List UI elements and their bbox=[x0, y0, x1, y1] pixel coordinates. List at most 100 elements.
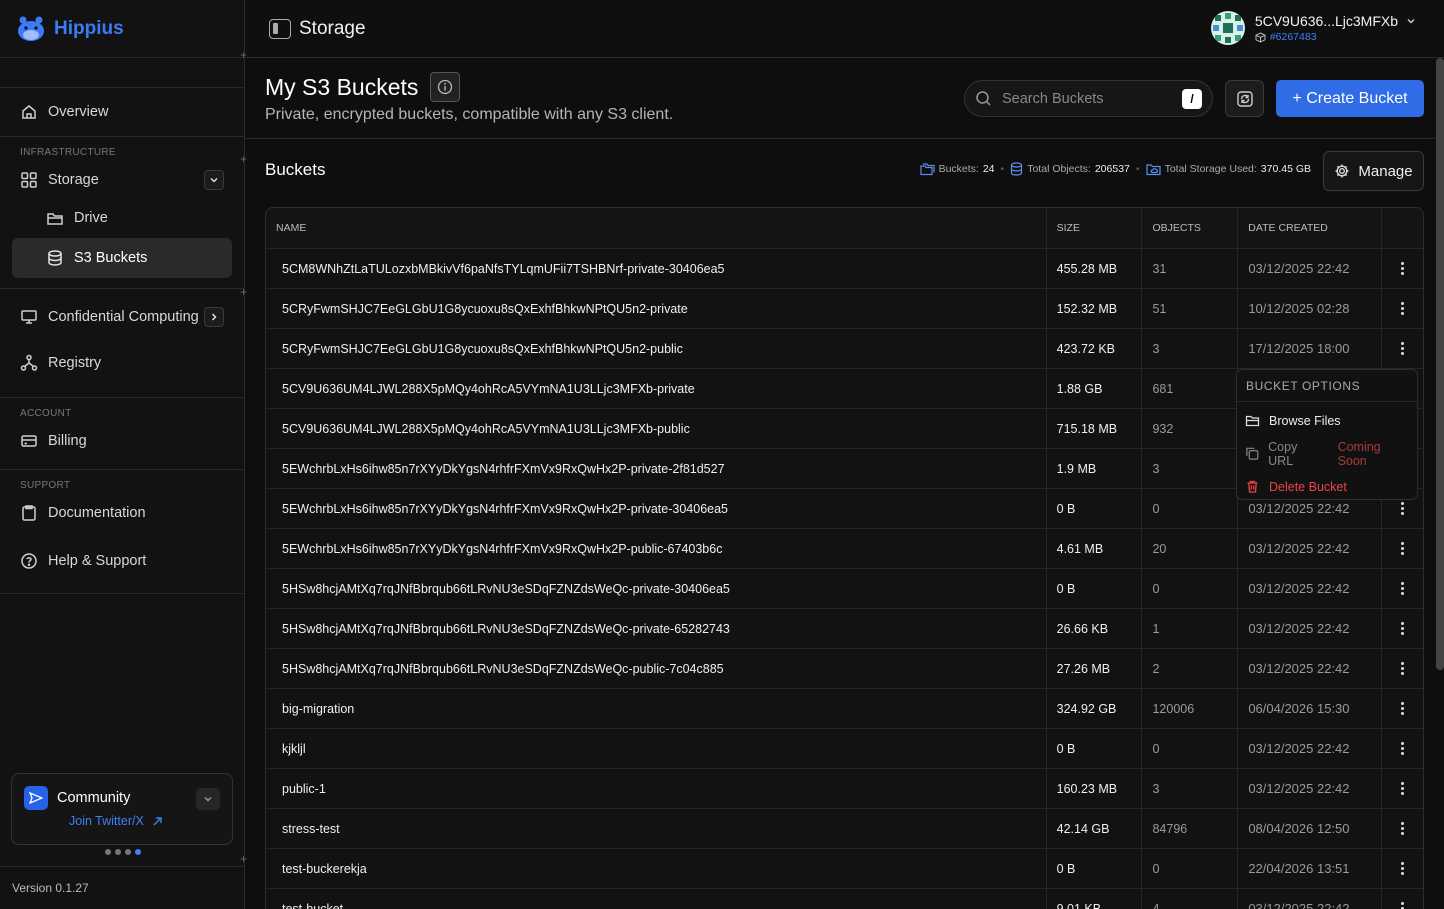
community-card: Community Join Twitter/X bbox=[11, 773, 233, 845]
menu-item-label: Delete Bucket bbox=[1269, 479, 1347, 494]
bucket-name-cell: stress-test bbox=[266, 809, 1047, 848]
sidebar-item-overview[interactable]: Overview bbox=[12, 94, 232, 130]
table-row[interactable]: big-migration 324.92 GB 120006 06/04/2026 1… bbox=[266, 689, 1423, 729]
scrollbar[interactable] bbox=[1436, 58, 1444, 670]
column-header-date[interactable]: DATE CREATED bbox=[1238, 208, 1383, 248]
bucket-name-cell: 5CV9U636UM4LJWL288X5pMQy4ohRcA5VYmNA1U3L… bbox=[266, 369, 1047, 408]
sidebar-toggle-icon[interactable] bbox=[269, 18, 291, 39]
stat-objects-label: Total Objects: bbox=[1027, 163, 1091, 175]
bucket-size-cell: 0 B bbox=[1047, 849, 1143, 888]
menu-item-delete-bucket[interactable]: Delete Bucket bbox=[1237, 470, 1417, 503]
section-heading: ACCOUNT bbox=[20, 408, 72, 419]
folder-icon bbox=[47, 213, 63, 225]
bucket-size-cell: 152.32 MB bbox=[1047, 289, 1143, 328]
bucket-objects-cell: 84796 bbox=[1142, 809, 1239, 848]
refresh-button[interactable] bbox=[1225, 80, 1264, 117]
table-row[interactable]: 5EWchrbLxHs6ihw85n7rXYyDkYgsN4rhfrFXmVx9… bbox=[266, 529, 1423, 569]
table-row[interactable]: test-bucket 9.01 KB 4 03/12/2025 22:42 bbox=[266, 889, 1423, 909]
bucket-name-cell: 5HSw8hcjAMtXq7rqJNfBbrqub66tLRvNU3eSDqFZ… bbox=[266, 569, 1047, 608]
bucket-name-cell: test-buckerekja bbox=[266, 849, 1047, 888]
column-header-name[interactable]: NAME bbox=[266, 208, 1047, 248]
carousel-dot[interactable] bbox=[114, 849, 121, 855]
sidebar-item-confidential-computing[interactable]: Confidential Computing bbox=[12, 297, 232, 337]
row-actions-button[interactable] bbox=[1382, 689, 1423, 728]
row-actions-button[interactable] bbox=[1382, 729, 1423, 768]
row-actions-button[interactable] bbox=[1382, 809, 1423, 848]
sidebar-item-s3-buckets[interactable]: S3 Buckets bbox=[12, 238, 232, 278]
info-icon[interactable] bbox=[430, 72, 461, 102]
kebab-menu-icon bbox=[1400, 582, 1405, 595]
user-menu[interactable]: 5CV9U636...Ljc3MFXb #6267483 bbox=[1210, 11, 1416, 45]
brand[interactable]: Hippius bbox=[0, 0, 244, 58]
sidebar-item-registry[interactable]: Registry bbox=[12, 341, 232, 385]
manage-button[interactable]: Manage bbox=[1323, 151, 1424, 191]
table-row[interactable]: 5HSw8hcjAMtXq7rqJNfBbrqub66tLRvNU3eSDqFZ… bbox=[266, 609, 1423, 649]
carousel-dot[interactable] bbox=[104, 849, 111, 855]
shortcut-key: / bbox=[1182, 88, 1202, 109]
row-actions-button[interactable] bbox=[1382, 769, 1423, 808]
chevron-down-icon[interactable] bbox=[196, 788, 220, 810]
bucket-stats: Buckets: 24 • Total Objects: 206537 • To… bbox=[919, 162, 1311, 176]
carousel-dot-active[interactable] bbox=[134, 849, 141, 855]
row-actions-button[interactable] bbox=[1382, 529, 1423, 568]
database-icon bbox=[1011, 162, 1023, 176]
twitter-link-label: Join Twitter/X bbox=[69, 814, 144, 828]
help-circle-icon bbox=[21, 553, 37, 569]
column-header-objects[interactable]: OBJECTS bbox=[1142, 208, 1239, 248]
table-row[interactable]: kjkljl 0 B 0 03/12/2025 22:42 bbox=[266, 729, 1423, 769]
row-actions-button[interactable] bbox=[1382, 289, 1423, 328]
sidebar-item-label: Registry bbox=[48, 355, 102, 371]
sidebar-item-help-support[interactable]: Help & Support bbox=[12, 543, 232, 579]
row-actions-button[interactable] bbox=[1382, 329, 1423, 368]
table-row[interactable]: 5HSw8hcjAMtXq7rqJNfBbrqub66tLRvNU3eSDqFZ… bbox=[266, 649, 1423, 689]
version-label: Version 0.1.27 bbox=[0, 866, 244, 909]
coming-soon-badge: Coming Soon bbox=[1337, 439, 1381, 468]
page-header: My S3 Buckets Private, encrypted buckets… bbox=[245, 58, 1435, 139]
table-row[interactable]: public-1 160.23 MB 3 03/12/2025 22:42 bbox=[266, 769, 1423, 809]
table-row[interactable]: 5CRyFwmSHJC7EeGLGbU1G8ycuoxu8sQxExhfBhkw… bbox=[266, 289, 1423, 329]
carousel-dots[interactable] bbox=[0, 849, 245, 855]
bucket-objects-cell: 120006 bbox=[1142, 689, 1239, 728]
row-actions-button[interactable] bbox=[1382, 849, 1423, 888]
search-input[interactable] bbox=[1002, 90, 1172, 107]
bucket-date-cell: 03/12/2025 22:42 bbox=[1238, 609, 1383, 648]
sidebar-item-documentation[interactable]: Documentation bbox=[12, 495, 232, 531]
table-row[interactable]: stress-test 42.14 GB 84796 08/04/2026 12:50 bbox=[266, 809, 1423, 849]
column-header-size[interactable]: SIZE bbox=[1047, 208, 1143, 248]
row-actions-button[interactable] bbox=[1382, 249, 1423, 288]
row-actions-button[interactable] bbox=[1382, 649, 1423, 688]
table-row[interactable]: 5HSw8hcjAMtXq7rqJNfBbrqub66tLRvNU3eSDqFZ… bbox=[266, 569, 1423, 609]
sidebar-section-compute: Confidential Computing Registry bbox=[0, 289, 244, 398]
table-row[interactable]: 5CM8WNhZtLaTULozxbMBkivVf6paNfsTYLqmUFii… bbox=[266, 249, 1423, 289]
row-actions-button[interactable] bbox=[1382, 609, 1423, 648]
sidebar-item-billing[interactable]: Billing bbox=[12, 423, 232, 459]
search-icon bbox=[976, 91, 991, 106]
stat-buckets-label: Buckets: bbox=[938, 163, 979, 175]
table-row[interactable]: 5CRyFwmSHJC7EeGLGbU1G8ycuoxu8sQxExhfBhkw… bbox=[266, 329, 1423, 369]
kebab-menu-icon bbox=[1400, 342, 1405, 355]
bucket-objects-cell: 0 bbox=[1142, 569, 1239, 608]
sidebar-item-storage[interactable]: Storage bbox=[12, 162, 232, 198]
bucket-date-cell: 03/12/2025 22:42 bbox=[1238, 769, 1383, 808]
kebab-menu-icon bbox=[1400, 782, 1405, 795]
bucket-date-cell: 08/04/2026 12:50 bbox=[1238, 809, 1383, 848]
carousel-dot[interactable] bbox=[124, 849, 131, 855]
sidebar: Hippius Overview INFRASTRUCTURE Storage … bbox=[0, 0, 245, 909]
sidebar-item-drive[interactable]: Drive bbox=[12, 198, 232, 238]
bucket-name-cell: 5HSw8hcjAMtXq7rqJNfBbrqub66tLRvNU3eSDqFZ… bbox=[266, 649, 1047, 688]
menu-item-copy-url: Copy URL Coming Soon bbox=[1237, 437, 1417, 470]
bucket-date-cell: 03/12/2025 22:42 bbox=[1238, 649, 1383, 688]
chevron-right-icon[interactable] bbox=[204, 307, 224, 327]
twitter-link[interactable]: Join Twitter/X bbox=[69, 814, 220, 828]
sidebar-section-support: SUPPORT Documentation Help & Support bbox=[0, 470, 244, 594]
folder-icon bbox=[1245, 415, 1260, 427]
search-box[interactable]: / bbox=[964, 80, 1213, 117]
create-bucket-button[interactable]: + Create Bucket bbox=[1276, 80, 1424, 117]
row-actions-button[interactable] bbox=[1382, 569, 1423, 608]
bucket-size-cell: 9.01 KB bbox=[1047, 889, 1143, 909]
row-actions-button[interactable] bbox=[1382, 889, 1423, 909]
table-row[interactable]: test-buckerekja 0 B 0 22/04/2026 13:51 bbox=[266, 849, 1423, 889]
menu-item-browse-files[interactable]: Browse Files bbox=[1237, 404, 1417, 437]
table-body: 5CM8WNhZtLaTULozxbMBkivVf6paNfsTYLqmUFii… bbox=[266, 249, 1423, 909]
chevron-down-icon[interactable] bbox=[204, 170, 224, 190]
